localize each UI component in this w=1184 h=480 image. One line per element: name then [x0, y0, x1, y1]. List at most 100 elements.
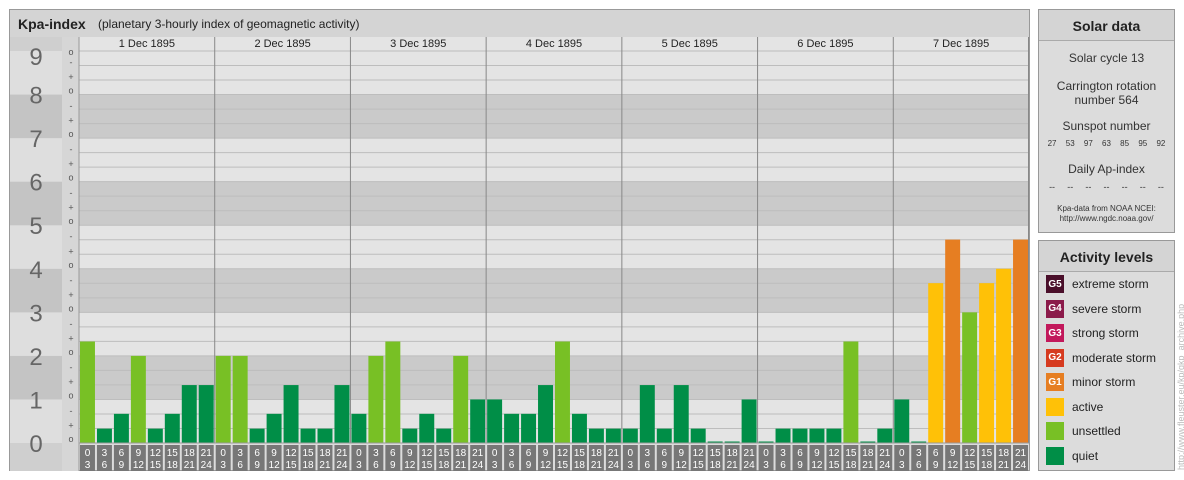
kp-bar	[249, 428, 265, 443]
interval-start-label: 18	[319, 448, 331, 459]
interval-end-label: 6	[645, 460, 651, 471]
solar-cycle: Solar cycle 13	[1068, 51, 1145, 65]
interval-start-label: 18	[591, 448, 603, 459]
y-tick-label: 8	[29, 83, 42, 110]
interval-start-label: 18	[998, 448, 1010, 459]
kp-bar	[317, 428, 333, 443]
interval-start-label: 12	[557, 448, 569, 459]
sub-tick-label: o	[68, 303, 73, 313]
interval-end-label: 12	[404, 460, 416, 471]
y-tick-label: 0	[29, 431, 42, 458]
interval-start-label: 21	[1015, 448, 1027, 459]
interval-start-label: 18	[862, 448, 874, 459]
interval-start-label: 18	[727, 448, 739, 459]
ap-value: --	[1067, 182, 1074, 192]
interval-end-label: 3	[899, 460, 905, 471]
grid-band	[79, 181, 1029, 226]
interval-end-label: 24	[472, 460, 484, 471]
interval-start-label: 6	[933, 448, 939, 459]
interval-end-label: 21	[455, 460, 467, 471]
y-tick-label: 4	[29, 257, 42, 284]
legend-item: quiet	[1046, 446, 1098, 466]
sub-tick-label: -	[70, 145, 73, 155]
interval-start-label: 0	[85, 448, 91, 459]
y-tick-label: 2	[29, 344, 42, 371]
kp-bar	[368, 355, 384, 443]
grid-band	[79, 268, 1029, 313]
interval-start-label: 3	[373, 448, 379, 459]
day-label: 5 Dec 1895	[662, 38, 718, 50]
sunspot-value: 27	[1047, 139, 1057, 148]
sub-tick-label: +	[68, 290, 73, 300]
ap-value: --	[1049, 182, 1056, 192]
data-credit-link[interactable]: http://www.ngdc.noaa.gov/	[1039, 214, 1174, 224]
interval-end-label: 21	[998, 460, 1010, 471]
grid-band	[79, 94, 1029, 139]
kp-bar	[436, 428, 452, 443]
legend-item: G2 moderate storm	[1046, 348, 1156, 368]
watermark: http://www.fleuster.eu/kp/gkp_archive.ph…	[1176, 303, 1184, 470]
kpa-chart-panel: Kpa-index (planetary 3-hourly index of g…	[9, 9, 1030, 471]
interval-start-label: 21	[608, 448, 620, 459]
kp-bar	[639, 385, 655, 443]
interval-start-label: 0	[763, 448, 769, 459]
interval-start-label: 21	[201, 448, 213, 459]
interval-end-label: 9	[526, 460, 532, 471]
interval-start-label: 21	[879, 448, 891, 459]
interval-end-label: 15	[693, 460, 705, 471]
grid-band	[79, 312, 1029, 356]
kp-bar	[283, 385, 299, 443]
interval-start-label: 3	[102, 448, 108, 459]
sunspot-value: 63	[1102, 139, 1111, 148]
ap-index-values: -- -- -- -- -- -- --	[1039, 182, 1174, 192]
interval-start-label: 12	[421, 448, 433, 459]
y-tick-label: 5	[29, 213, 42, 240]
sub-tick-label: -	[70, 58, 73, 68]
interval-end-label: 3	[220, 460, 226, 471]
interval-start-label: 0	[899, 448, 905, 459]
kp-bar	[96, 428, 112, 443]
interval-start-label: 6	[526, 448, 532, 459]
interval-start-label: 15	[981, 448, 993, 459]
sub-tick-label: +	[68, 333, 73, 343]
sub-tick-label: o	[68, 260, 73, 270]
chart-title: Kpa-index	[18, 16, 86, 32]
sunspot-values: 27 53 97 63 85 95 92	[1039, 139, 1174, 148]
interval-start-label: 15	[167, 448, 179, 459]
sub-tick-label: -	[70, 232, 73, 242]
kp-bar	[690, 428, 706, 443]
activity-levels-title: Activity levels	[1039, 241, 1174, 272]
interval-start-label: 15	[710, 448, 722, 459]
legend-label: active	[1072, 399, 1104, 414]
interval-start-label: 9	[678, 448, 684, 459]
interval-end-label: 12	[269, 460, 281, 471]
y-tick-label: 6	[29, 170, 42, 197]
interval-start-label: 15	[302, 448, 314, 459]
interval-end-label: 6	[373, 460, 379, 471]
interval-end-label: 6	[780, 460, 786, 471]
sub-tick-label: o	[68, 129, 73, 139]
carrington-rotation-line1: Carrington rotation	[1056, 79, 1157, 93]
interval-start-label: 12	[150, 448, 162, 459]
legend-label: unsettled	[1072, 424, 1121, 438]
kp-bar	[453, 355, 469, 443]
interval-start-label: 9	[814, 448, 820, 459]
interval-start-label: 3	[509, 448, 515, 459]
y-tick-label: 1	[29, 387, 42, 414]
interval-start-label: 9	[136, 448, 142, 459]
ap-value: --	[1157, 182, 1164, 192]
interval-start-label: 3	[916, 448, 922, 459]
kp-bar	[470, 399, 486, 443]
kp-bar	[385, 341, 401, 443]
sub-tick-label: o	[68, 216, 73, 226]
interval-start-label: 9	[407, 448, 413, 459]
legend-swatch: G3	[1046, 324, 1064, 342]
interval-end-label: 6	[237, 460, 243, 471]
interval-end-label: 24	[608, 460, 620, 471]
interval-end-label: 15	[285, 460, 297, 471]
sub-tick-label: +	[68, 72, 73, 82]
kp-bar	[555, 341, 570, 443]
sub-tick-label: o	[68, 86, 73, 96]
kp-bar	[775, 428, 791, 443]
interval-end-label: 18	[167, 460, 179, 471]
